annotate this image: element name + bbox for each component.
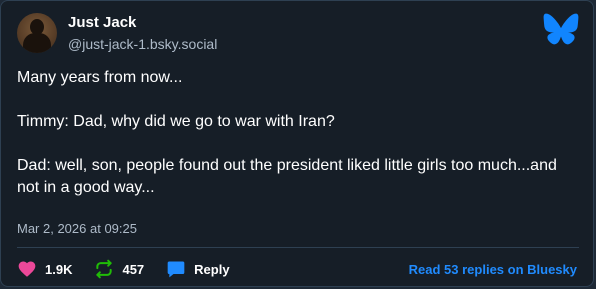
post-timestamp[interactable]: Mar 2, 2026 at 09:25 xyxy=(17,221,137,236)
heart-icon xyxy=(18,261,36,277)
like-button[interactable]: 1.9K xyxy=(17,259,72,279)
divider xyxy=(17,247,579,248)
post-text-line: Many years from now... xyxy=(17,69,183,86)
like-count: 1.9K xyxy=(45,261,73,277)
repost-count: 457 xyxy=(122,261,145,277)
avatar-silhouette-body xyxy=(23,33,51,53)
post-text-line: Dad: well, son, people found out the pre… xyxy=(17,157,557,196)
post-card: Just Jack @just-jack-1.bsky.social Many … xyxy=(0,0,594,287)
reply-button[interactable]: Reply xyxy=(166,259,230,279)
post-text: Many years from now... Timmy: Dad, why d… xyxy=(17,67,577,199)
reply-label: Reply xyxy=(194,261,230,277)
speech-bubble-icon xyxy=(167,261,185,278)
read-replies-link[interactable]: Read 53 replies on Bluesky xyxy=(409,262,577,277)
avatar[interactable] xyxy=(17,13,57,53)
repost-icon xyxy=(96,259,113,279)
bluesky-butterfly-icon[interactable] xyxy=(543,13,579,45)
post-text-line: Timmy: Dad, why did we go to war with Ir… xyxy=(17,113,335,130)
repost-button[interactable]: 457 xyxy=(94,259,144,279)
action-bar: 1.9K 457 Reply xyxy=(17,258,252,280)
author-handle[interactable]: @just-jack-1.bsky.social xyxy=(68,36,217,52)
author-display-name[interactable]: Just Jack xyxy=(68,14,136,31)
